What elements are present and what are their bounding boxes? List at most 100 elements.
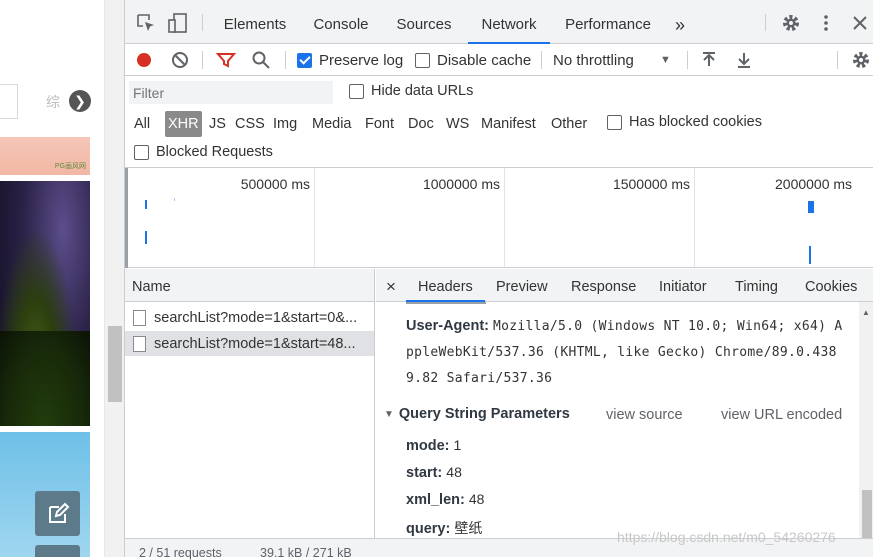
header-value: Mozilla/5.0 (Windows NT 10.0; Win64; x64… <box>493 319 843 334</box>
has-blocked-cookies-label: Has blocked cookies <box>629 114 762 130</box>
tab-performance[interactable]: Performance <box>562 0 654 44</box>
checkbox-checked-icon <box>297 52 312 68</box>
request-row[interactable]: searchList?mode=1&start=0&... <box>125 305 374 330</box>
page-partial-text: 综 <box>46 94 60 110</box>
param-key: start: <box>406 465 443 481</box>
tab-preview[interactable]: Preview <box>496 269 548 302</box>
timeline-tick-label: 1500000 ms <box>612 176 690 192</box>
close-detail-button[interactable]: × <box>386 269 396 302</box>
scroll-up-icon[interactable]: ▲ <box>862 308 870 317</box>
search-icon <box>252 51 270 69</box>
edit-icon <box>48 502 69 523</box>
param-value: 48 <box>468 491 485 507</box>
tab-network[interactable]: Network <box>468 0 550 44</box>
view-url-encoded-link[interactable]: view URL encoded <box>721 407 842 423</box>
network-settings-button[interactable] <box>851 44 871 76</box>
query-string-section-header[interactable]: ▼ Query String Parameters <box>384 406 570 422</box>
blocked-requests-checkbox[interactable]: Blocked Requests <box>134 144 273 160</box>
timeline-window-handle[interactable] <box>125 168 128 268</box>
tab-initiator[interactable]: Initiator <box>659 269 707 302</box>
transfer-size: 39.1 kB / 271 kB <box>260 546 352 560</box>
timeline-tick-label: 1000000 ms <box>422 176 500 192</box>
file-icon <box>133 335 146 352</box>
filter-type-font[interactable]: Font <box>362 111 397 137</box>
page-scrollbar[interactable] <box>104 0 124 557</box>
preserve-log-label: Preserve log <box>319 51 404 69</box>
preserve-log-checkbox[interactable]: Preserve log <box>297 44 403 76</box>
filter-type-img[interactable]: Img <box>270 111 300 137</box>
filter-type-js[interactable]: JS <box>206 111 229 137</box>
throttling-select[interactable]: No throttling ▼ <box>553 44 673 76</box>
overview-timeline[interactable]: 500000 ms 1000000 ms 1500000 ms 2000000 … <box>125 168 873 268</box>
filter-input[interactable] <box>129 81 333 104</box>
filter-type-doc[interactable]: Doc <box>405 111 437 137</box>
filter-toggle-button[interactable] <box>216 44 236 76</box>
thumbnail-image[interactable]: PG画风网 <box>0 137 90 175</box>
disable-cache-checkbox[interactable]: Disable cache <box>415 44 531 76</box>
export-har-button[interactable] <box>735 44 753 76</box>
param-value: 壁纸 <box>454 520 483 536</box>
filter-type-manifest[interactable]: Manifest <box>478 111 539 137</box>
timeline-tick-label: 2000000 ms <box>775 176 853 192</box>
query-param-row: xml_len: 48 <box>406 491 484 508</box>
name-column-header[interactable]: Name <box>125 269 374 302</box>
checkbox-icon <box>349 83 364 99</box>
filter-type-ws[interactable]: WS <box>443 111 472 137</box>
filter-type-media[interactable]: Media <box>309 111 355 137</box>
checkbox-icon <box>134 144 149 160</box>
device-toolbar-icon[interactable] <box>168 13 188 33</box>
timeline-request-mark <box>808 201 814 213</box>
request-detail-pane: × Headers Preview Response Initiator Tim… <box>376 269 873 550</box>
hide-data-urls-label: Hide data URLs <box>371 83 474 99</box>
download-icon <box>738 53 750 68</box>
filter-type-all[interactable]: All <box>131 111 153 137</box>
throttling-value: No throttling <box>553 51 634 69</box>
import-har-button[interactable] <box>700 44 718 76</box>
devtools-main-toolbar: Elements Console Sources Network Perform… <box>125 0 873 44</box>
page-search-input[interactable] <box>0 84 18 119</box>
clear-button[interactable] <box>171 44 189 76</box>
blocked-requests-label: Blocked Requests <box>156 144 273 160</box>
record-icon <box>137 53 151 67</box>
tab-sources[interactable]: Sources <box>393 0 455 44</box>
param-value: 48 <box>446 464 462 480</box>
tab-elements[interactable]: Elements <box>220 0 290 44</box>
gear-icon <box>853 52 869 68</box>
checkbox-icon <box>607 114 622 130</box>
filter-type-css[interactable]: CSS <box>232 111 268 137</box>
tab-headers[interactable]: Headers <box>406 269 485 302</box>
inspect-element-icon[interactable] <box>136 13 156 33</box>
chevron-right-icon[interactable]: ❯ <box>69 90 91 112</box>
tab-console[interactable]: Console <box>310 0 372 44</box>
dropdown-arrow-icon: ▼ <box>660 54 671 66</box>
detail-scrollbar[interactable]: ▲ <box>859 302 873 550</box>
thumbnail-image[interactable] <box>0 181 90 426</box>
has-blocked-cookies-checkbox[interactable]: Has blocked cookies <box>607 114 762 130</box>
query-param-row: query: 壁纸 <box>406 518 482 538</box>
page-strip: 综 ❯ PG画风网 <box>0 0 104 557</box>
search-button[interactable] <box>251 44 271 76</box>
tab-cookies[interactable]: Cookies <box>805 269 857 302</box>
request-row-selected[interactable]: searchList?mode=1&start=48... <box>125 331 374 356</box>
gear-icon[interactable] <box>781 13 801 33</box>
hide-data-urls-checkbox[interactable]: Hide data URLs <box>349 83 473 99</box>
param-key: query: <box>406 521 451 537</box>
kebab-menu-icon[interactable] <box>816 13 836 33</box>
filter-type-other[interactable]: Other <box>548 111 590 137</box>
filter-bar: Hide data URLs All XHR JS CSS Img Media … <box>125 77 873 168</box>
close-icon[interactable] <box>850 13 870 33</box>
file-icon <box>133 309 146 326</box>
floating-button[interactable] <box>35 545 80 557</box>
edit-button[interactable] <box>35 491 80 536</box>
header-key: User-Agent: <box>406 318 489 334</box>
page-scrollbar-thumb[interactable] <box>108 326 122 402</box>
view-source-link[interactable]: view source <box>606 407 683 423</box>
record-button[interactable] <box>135 44 153 76</box>
more-tabs-button[interactable]: » <box>670 0 690 44</box>
upload-icon <box>703 52 715 66</box>
request-name: searchList?mode=1&start=48... <box>154 335 356 352</box>
checkbox-icon <box>415 52 430 68</box>
filter-type-xhr[interactable]: XHR <box>165 111 202 137</box>
tab-response[interactable]: Response <box>571 269 636 302</box>
tab-timing[interactable]: Timing <box>735 269 778 302</box>
